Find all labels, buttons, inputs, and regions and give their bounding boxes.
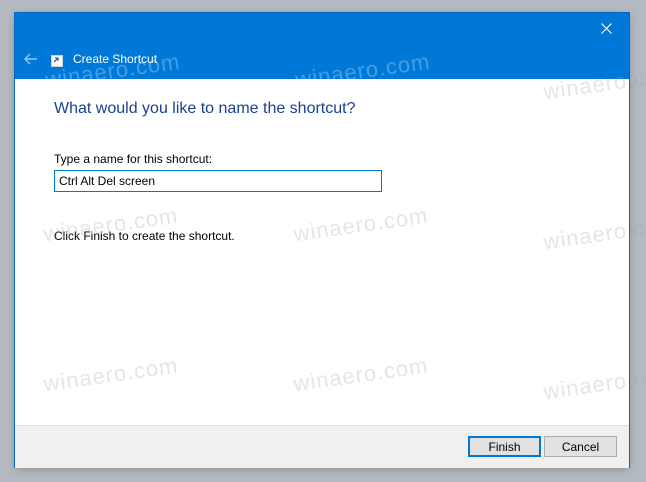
finish-button[interactable]: Finish [468,436,541,457]
shortcut-icon [51,55,63,67]
dialog-footer: Finish Cancel [15,425,629,468]
shortcut-name-label: Type a name for this shortcut: [54,152,213,166]
title-bar: Create Shortcut [15,13,629,79]
window-title: Create Shortcut [73,52,158,66]
close-button[interactable] [583,13,629,45]
close-icon [601,23,612,34]
cancel-button[interactable]: Cancel [544,436,617,457]
create-shortcut-dialog: Create Shortcut What would you like to n… [15,13,629,468]
shortcut-name-input[interactable] [54,170,382,192]
page-heading: What would you like to name the shortcut… [54,100,356,117]
finish-hint-text: Click Finish to create the shortcut. [54,229,235,243]
desktop-background: Create Shortcut What would you like to n… [0,0,646,482]
left-arrow-icon[interactable] [23,51,39,67]
